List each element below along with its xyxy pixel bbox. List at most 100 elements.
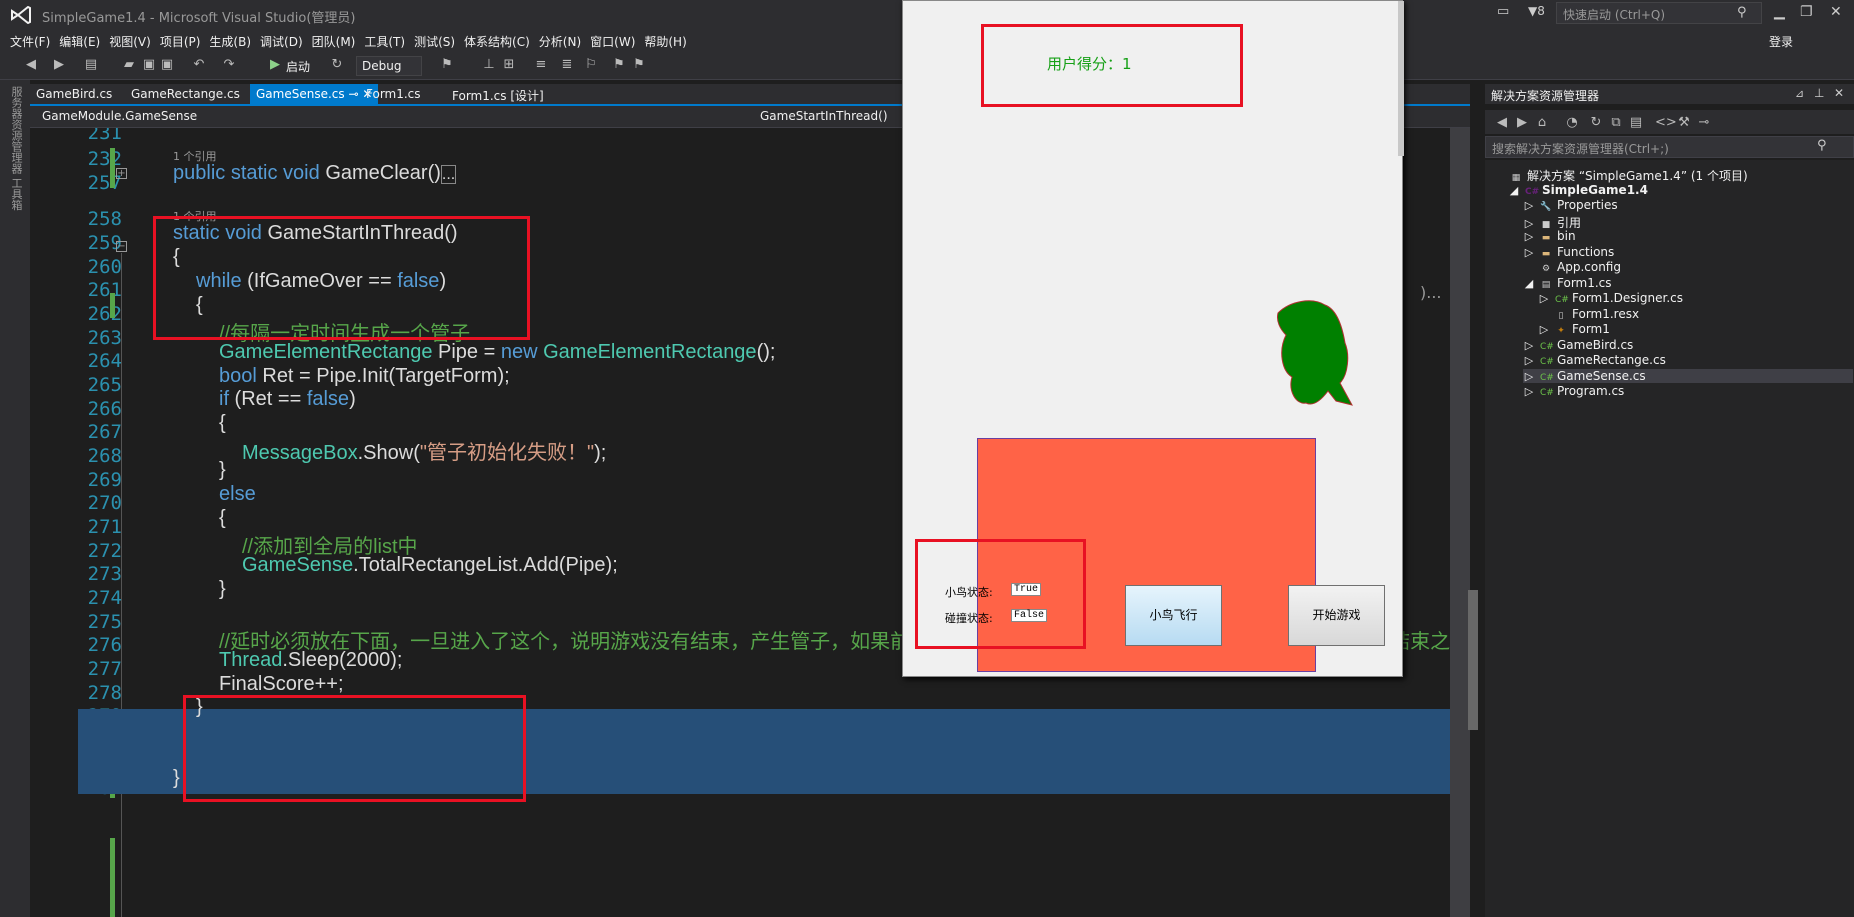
close-window-icon[interactable]: ✕ [1830,4,1842,20]
menu-item[interactable]: 调试(D) [260,30,312,52]
notification-flag-icon[interactable]: ▼8 [1528,4,1545,18]
tree-item[interactable]: ◢ ▤ Form1.cs [1523,276,1853,290]
show-all-files-icon[interactable]: ▤ [1629,116,1643,130]
start-debug-icon[interactable]: ▶ [268,58,282,72]
new-project-icon[interactable]: ▤ [84,58,98,72]
tree-item[interactable]: ▷ C# Form1.Designer.cs [1538,291,1853,305]
tree-item[interactable]: ▷ ■ 引用 [1523,214,1853,231]
tab-form1-cs[interactable]: Form1.cs [360,84,427,104]
server-explorer-tab[interactable]: 服务器资源管理器 工具箱 [8,86,24,211]
notification-icon[interactable]: ▭ [1497,4,1509,19]
menu-item[interactable]: 编辑(E) [59,30,109,52]
next-bookmark-icon[interactable]: ⚑ [632,58,646,72]
menu-item[interactable]: 测试(S) [414,30,464,52]
back-icon[interactable]: ◀ [24,58,38,72]
pane-pin-icon[interactable]: ⊥ [1814,86,1824,100]
redo-icon[interactable]: ↷ [222,58,236,72]
bookmark-icon[interactable]: ⚐ [584,58,598,72]
home-icon[interactable]: ⌂ [1535,116,1549,130]
refresh-icon[interactable]: ↻ [330,58,344,72]
close-pane-icon[interactable]: ✕ [1834,86,1844,100]
save-icon[interactable]: ▣ [142,58,156,72]
expand-arrow-icon[interactable]: ▷ [1538,323,1550,336]
tree-item[interactable]: ▷ ▬ Functions [1523,245,1853,259]
prev-bookmark-icon[interactable]: ⚑ [612,58,626,72]
collapse-all-icon[interactable]: ⧉ [1609,116,1623,130]
scrollbar-thumb[interactable] [1468,590,1478,730]
bird-fly-button[interactable]: 小鸟飞行 [1125,585,1222,646]
undo-icon[interactable]: ↶ [192,58,206,72]
preview-icon[interactable]: ⊸ [1697,116,1711,130]
login-link[interactable]: 登录 [1769,33,1793,50]
pin-icon[interactable]: ⊿ [1795,87,1804,100]
tree-item[interactable]: ▷ C# GameBird.cs [1523,338,1853,352]
form-scrollbar[interactable] [1398,1,1404,156]
uncomment-icon[interactable]: ≣ [560,58,574,72]
editor-scrollbar[interactable] [1450,128,1470,917]
view-code-icon[interactable]: <> [1655,116,1677,130]
tree-item[interactable]: ▷ ▬ bin [1523,229,1853,243]
menu-item[interactable]: 分析(N) [539,30,590,52]
refresh-icon[interactable]: ↻ [1589,116,1603,130]
open-file-icon[interactable]: ▰ [122,58,136,72]
history-icon[interactable]: ◔ [1565,116,1579,130]
search-icon[interactable]: ⚲ [1817,138,1827,153]
tab-label: GameBird.cs [36,87,113,101]
collapsed-region[interactable]: )... [1420,283,1442,302]
member-dropdown[interactable]: GameStartInThread() [760,109,888,123]
expand-arrow-icon[interactable]: ▷ [1523,199,1535,212]
restore-icon[interactable]: ❐ [1800,4,1813,20]
expand-arrow-icon[interactable]: ◢ [1523,277,1535,290]
tree-item[interactable]: ▯ Form1.resx [1538,307,1853,321]
search-icon[interactable]: ⚲ [1737,5,1747,20]
menu-item[interactable]: 体系结构(C) [464,30,539,52]
code-line-263: GameElementRectange Pipe = new GameEleme… [219,341,775,364]
tab-gamebird-cs[interactable]: GameBird.cs [30,84,118,104]
start-game-button[interactable]: 开始游戏 [1288,585,1385,646]
find-icon[interactable]: ⚑ [440,58,454,72]
menu-item[interactable]: 团队(M) [312,30,365,52]
menu-item[interactable]: 工具(T) [364,30,414,52]
tree-item[interactable]: ▷ C# Program.cs [1523,384,1853,398]
expand-arrow-icon[interactable]: ▷ [1523,246,1535,259]
save-all-icon[interactable]: ▣ [160,58,174,72]
expand-arrow-icon[interactable]: ▷ [1538,292,1550,305]
menu-item[interactable]: 项目(P) [160,30,210,52]
expand-arrow-icon[interactable]: ◢ [1508,184,1520,197]
solution-search-input[interactable]: 搜索解决方案资源管理器(Ctrl+;) [1485,136,1854,158]
menu-item[interactable]: 视图(V) [109,30,160,52]
tree-item[interactable]: ▷ C# GameSense.cs [1523,368,1853,383]
menu-item[interactable]: 帮助(H) [644,30,695,52]
menu-item[interactable]: 生成(B) [209,30,260,52]
solution-configuration-dropdown[interactable]: Debug [356,56,422,76]
minimize-icon[interactable]: ▁ [1774,4,1785,20]
tree-item[interactable]: ⚙ App.config [1523,260,1853,274]
quick-launch-input[interactable]: 快速启动 (Ctrl+Q) [1556,2,1762,24]
type-dropdown[interactable]: GameModule.GameSense [42,109,197,123]
tree-item[interactable]: ▷ 🔧 Properties [1523,198,1853,212]
start-button[interactable]: 启动 [286,58,310,75]
layout-icon[interactable]: ⊞ [502,58,516,72]
tab-form1-cs-[interactable]: Form1.cs [设计] [446,84,550,104]
expand-arrow-icon[interactable]: ▷ [1523,354,1535,367]
expand-arrow-icon[interactable]: ▷ [1523,385,1535,398]
left-tool-strip[interactable]: 服务器资源管理器 工具箱 [0,80,30,917]
forward-icon[interactable]: ▶ [1515,116,1529,130]
properties-icon[interactable]: ⚒ [1677,116,1691,130]
comment-icon[interactable]: ≡ [534,58,548,72]
back-icon[interactable]: ◀ [1495,116,1509,130]
tree-item[interactable]: ▷ ✦ Form1 [1538,322,1853,336]
align-icon[interactable]: ⊥ [482,58,496,72]
tree-item[interactable]: ◢ C# SimpleGame1.4 [1508,183,1853,197]
expand-arrow-icon[interactable]: ▷ [1523,339,1535,352]
menu-item[interactable]: 窗口(W) [590,30,644,52]
expand-arrow-icon[interactable]: ▷ [1523,230,1535,243]
expand-arrow-icon[interactable]: ▷ [1523,370,1535,383]
menu-item[interactable]: 文件(F) [10,30,59,52]
tree-item[interactable]: ▦ 解决方案 “SimpleGame1.4” (1 个项目) [1493,167,1853,184]
expand-arrow-icon[interactable]: ▷ [1523,217,1535,230]
forward-icon[interactable]: ▶ [52,58,66,72]
collapsed-region[interactable]: ... [440,165,457,184]
tree-item[interactable]: ▷ C# GameRectange.cs [1523,353,1853,367]
tab-gamerectange-cs[interactable]: GameRectange.cs [125,84,246,104]
